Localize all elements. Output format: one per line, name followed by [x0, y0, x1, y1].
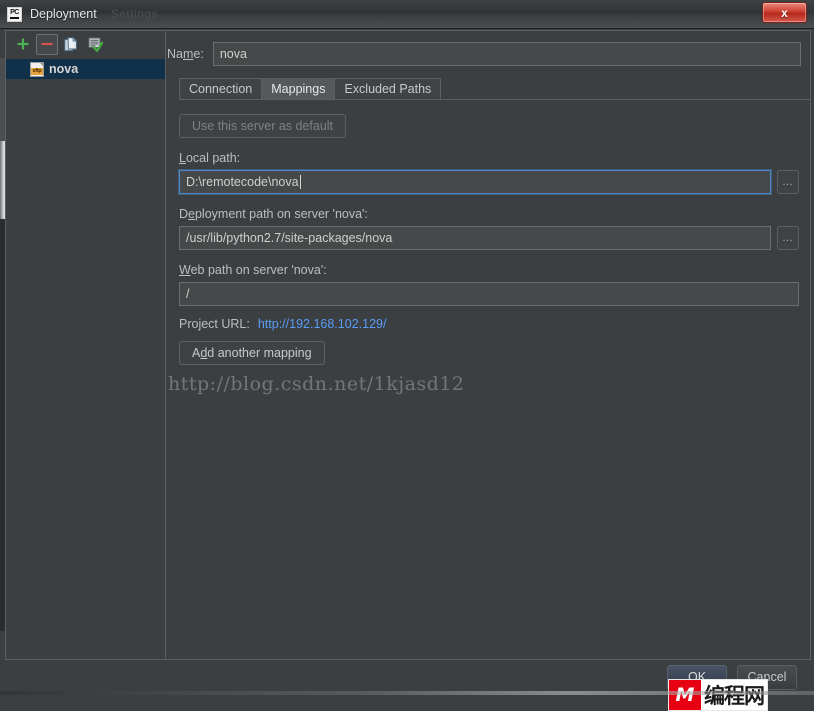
- local-path-browse-button[interactable]: …: [777, 170, 799, 194]
- name-input[interactable]: nova: [213, 42, 801, 66]
- name-input-value: nova: [220, 47, 247, 61]
- name-row: Name: nova: [167, 41, 811, 67]
- tree-item-nova[interactable]: sftp nova: [6, 59, 165, 79]
- name-label: Name:: [167, 47, 204, 61]
- server-tree-toolbar: [6, 31, 165, 57]
- sftp-badge-label: sftp: [31, 68, 43, 75]
- watermark-logo-mark: M: [669, 680, 701, 710]
- tab-bar-underline: [179, 99, 811, 100]
- local-path-input-value: D:\remotecode\nova: [186, 175, 299, 189]
- title-bar: PC Deployment Settings x: [0, 0, 814, 29]
- name-label-pre: Na: [167, 47, 183, 61]
- tab-connection[interactable]: Connection: [179, 78, 262, 99]
- server-tree-list: sftp nova: [6, 59, 165, 79]
- local-path-label-mnemonic: L: [179, 151, 186, 165]
- copy-server-button[interactable]: [60, 34, 82, 55]
- add-server-button[interactable]: [12, 34, 34, 55]
- deployment-path-label-post: ployment path on server 'nova':: [195, 207, 368, 221]
- deployment-path-input[interactable]: /usr/lib/python2.7/site-packages/nova: [179, 226, 771, 250]
- web-path-row: /: [179, 282, 799, 306]
- add-mapping-row: Add another mapping: [179, 341, 799, 365]
- web-path-label-mnemonic: W: [179, 263, 191, 277]
- web-path-input-value: /: [186, 287, 189, 301]
- watermark-logo-text: 编程网: [701, 680, 767, 710]
- check-list-icon: [88, 37, 103, 52]
- set-default-button[interactable]: [84, 34, 106, 55]
- tab-bar: Connection Mappings Excluded Paths: [179, 77, 811, 99]
- server-details-panel: Name: nova Connection Mappings Excluded …: [167, 31, 811, 659]
- deployment-path-label-pre: D: [179, 207, 188, 221]
- pycharm-icon: PC: [7, 7, 22, 22]
- web-path-label: Web path on server 'nova':: [179, 263, 799, 277]
- deployment-path-label-mnemonic: e: [188, 207, 195, 221]
- text-caret: [300, 175, 301, 189]
- tree-item-label: nova: [49, 62, 78, 76]
- project-url-row: Project URL: http://192.168.102.129/: [179, 317, 799, 331]
- remove-server-button[interactable]: [36, 34, 58, 55]
- project-url-link[interactable]: http://192.168.102.129/: [258, 317, 387, 331]
- add-another-mapping-button[interactable]: Add another mapping: [179, 341, 325, 365]
- deployment-path-input-value: /usr/lib/python2.7/site-packages/nova: [186, 231, 392, 245]
- project-url-label: Project URL:: [179, 317, 250, 331]
- use-server-as-default-button[interactable]: Use this server as default: [179, 114, 346, 138]
- deployment-path-row: /usr/lib/python2.7/site-packages/nova …: [179, 226, 799, 250]
- window-bottom-chrome: [0, 691, 814, 695]
- name-label-mnemonic: m: [183, 47, 193, 61]
- watermark-logo: M 编程网: [668, 679, 768, 711]
- local-path-input[interactable]: D:\remotecode\nova: [179, 170, 771, 194]
- mappings-tab-content: Use this server as default Local path: D…: [167, 114, 811, 365]
- local-path-row: D:\remotecode\nova …: [179, 170, 799, 194]
- name-label-post: e:: [193, 47, 203, 61]
- deployment-path-label: Deployment path on server 'nova':: [179, 207, 799, 221]
- close-button[interactable]: x: [762, 2, 807, 23]
- add-mapping-label-pre: A: [192, 346, 200, 360]
- deployment-dialog-window: PC Deployment Settings x: [0, 0, 814, 695]
- dialog-body: sftp nova Name: nova Connection Mappings…: [0, 29, 814, 695]
- web-path-input[interactable]: /: [179, 282, 799, 306]
- sftp-file-icon: sftp: [30, 62, 44, 77]
- title-bar-left: PC Deployment Settings: [0, 7, 158, 22]
- web-path-label-rest: eb path on server 'nova':: [191, 263, 327, 277]
- add-mapping-label-mnemonic: d: [200, 346, 207, 360]
- copy-icon: [64, 37, 78, 52]
- minus-icon: [40, 37, 54, 51]
- tab-mappings[interactable]: Mappings: [261, 78, 335, 99]
- background-window-title: Settings: [111, 7, 158, 21]
- add-mapping-label-post: d another mapping: [207, 346, 311, 360]
- deployment-path-browse-button[interactable]: …: [777, 226, 799, 250]
- window-title: Deployment: [30, 7, 97, 21]
- plus-icon: [16, 37, 30, 51]
- local-path-label-rest: ocal path:: [186, 151, 240, 165]
- local-path-label: Local path:: [179, 151, 799, 165]
- server-tree-panel: sftp nova: [6, 31, 166, 659]
- tab-excluded-paths[interactable]: Excluded Paths: [334, 78, 441, 99]
